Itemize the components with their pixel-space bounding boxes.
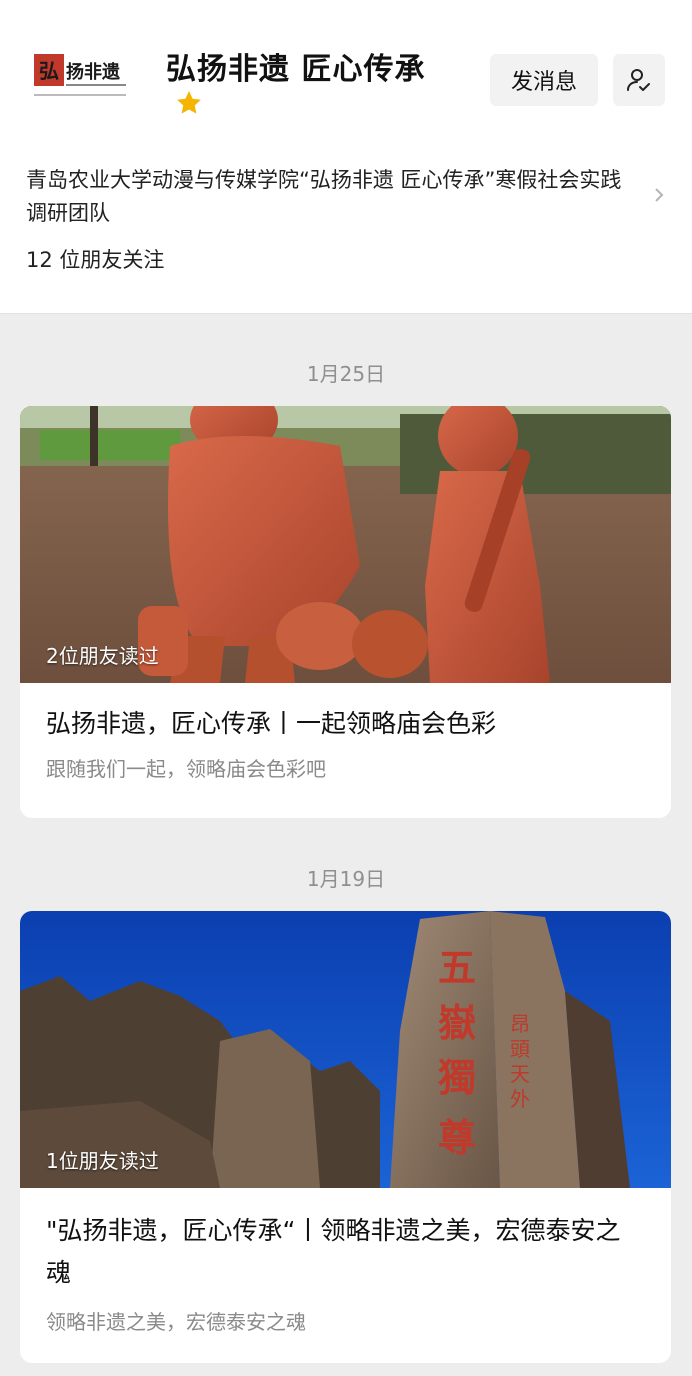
svg-text:獨: 獨 [438,1055,476,1100]
article-subtitle: 跟随我们一起，领略庙会色彩吧 [46,757,326,781]
article-title: 弘扬非遗，匠心传承丨一起领略庙会色彩 [46,709,497,738]
account-logo[interactable]: 弘 扬非遗 [30,48,134,108]
send-message-button[interactable]: 发消息 [490,54,598,106]
article-subtitle: 领略非遗之美，宏德泰安之魂 [46,1310,306,1334]
svg-text:嶽: 嶽 [438,1000,476,1045]
followers-count: 12 位朋友关注 [26,248,165,272]
account-header: 弘 扬非遗 弘扬非遗 匠心传承 发消息 青岛农业大学动漫与传媒学院“弘扬非遗 匠… [0,0,692,314]
svg-text:尊: 尊 [438,1115,476,1160]
description-text: 青岛农业大学动漫与传媒学院“弘扬非遗 匠心传承”寒假社会实践调研团队 [26,168,622,225]
svg-text:扬非遗: 扬非遗 [66,61,120,83]
account-name: 弘扬非遗 匠心传承 [166,52,426,87]
read-by-friends-badge: 2位朋友读过 [46,644,159,668]
article-title: "弘扬非遗，匠心传承“丨领略非遗之美，宏德泰安之魂 [46,1216,621,1287]
article-date: 1月25日 [306,362,386,386]
chevron-right-icon [655,188,664,202]
article-cover-image: 2位朋友读过 [20,406,671,683]
svg-text:外: 外 [510,1087,530,1111]
read-by-friends-badge: 1位朋友读过 [46,1149,159,1173]
svg-text:頭: 頭 [510,1037,530,1061]
article-cover-image: 五 嶽 獨 尊 昂 頭 天 外 1位朋友读过 [20,911,671,1188]
svg-text:五: 五 [438,945,476,990]
article-card[interactable]: 2位朋友读过 弘扬非遗，匠心传承丨一起领略庙会色彩 跟随我们一起，领略庙会色彩吧 [20,406,671,818]
svg-text:弘: 弘 [39,59,59,83]
article-date: 1月19日 [306,867,386,891]
star-icon[interactable] [174,88,204,118]
user-check-icon[interactable] [613,54,665,106]
svg-text:昂: 昂 [510,1012,530,1036]
article-card[interactable]: 五 嶽 獨 尊 昂 頭 天 外 1位朋友读过 "弘扬非遗，匠心传承“丨领略非遗之… [20,911,671,1363]
account-description[interactable]: 青岛农业大学动漫与传媒学院“弘扬非遗 匠心传承”寒假社会实践调研团队 [26,164,666,230]
svg-text:天: 天 [510,1062,530,1086]
